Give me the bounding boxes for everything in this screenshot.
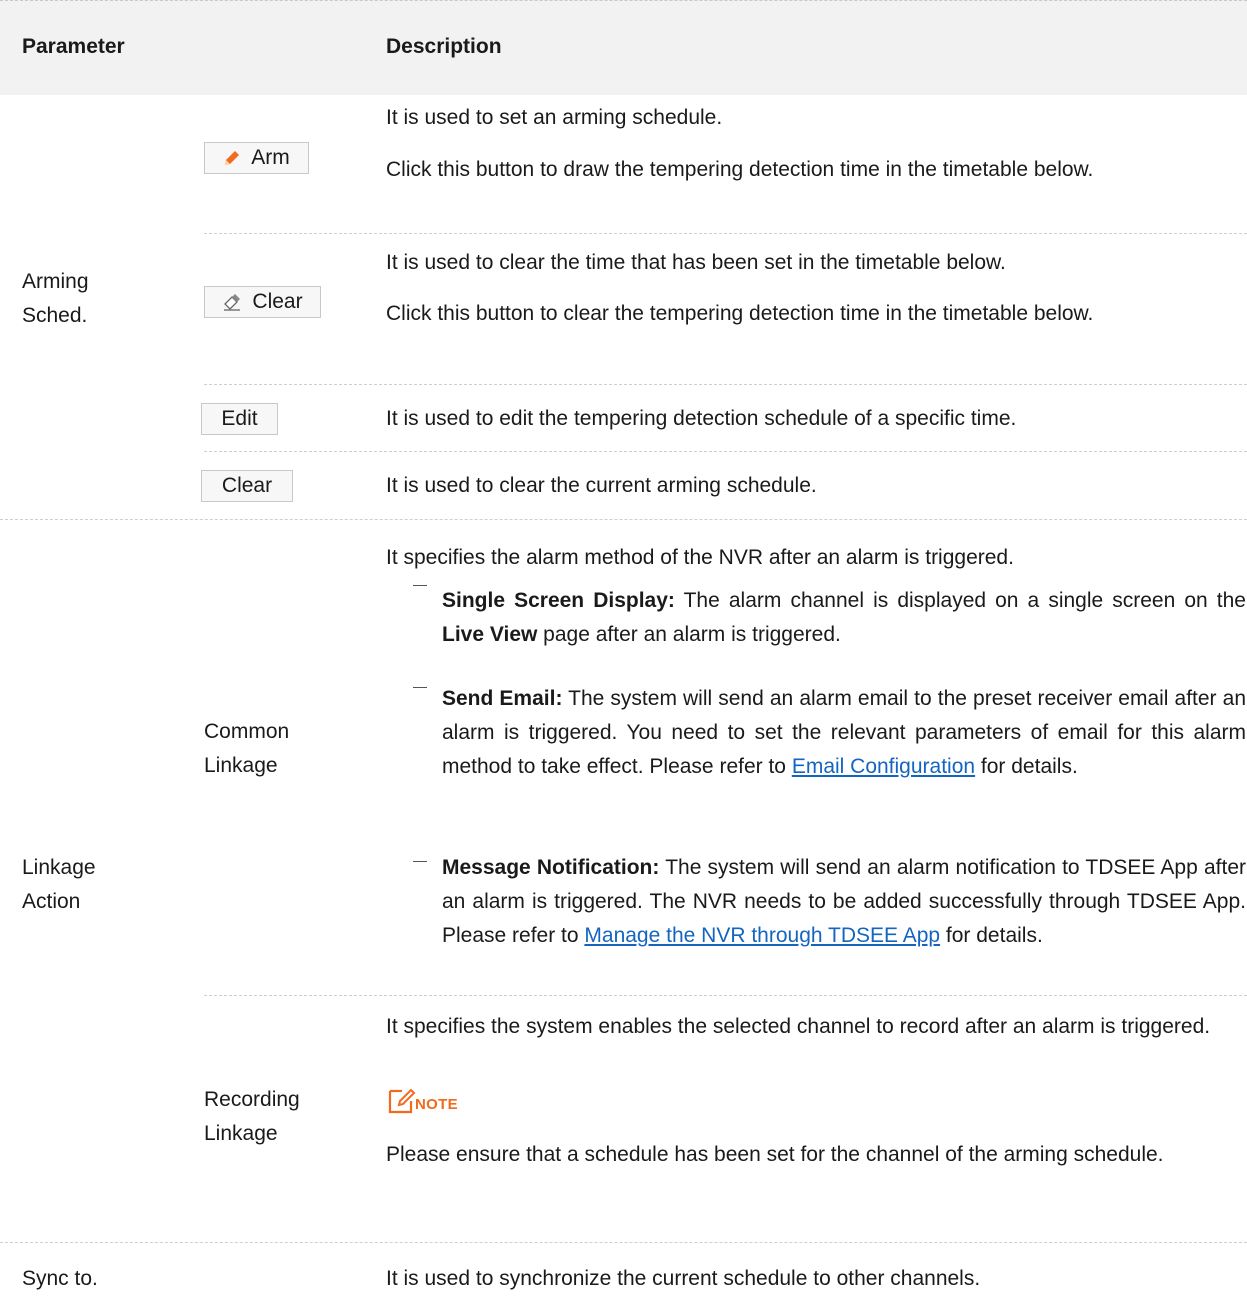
clear-drawn-desc-1: It is used to clear the time that has be… bbox=[386, 251, 1006, 274]
section-divider bbox=[0, 1242, 1247, 1243]
recording-linkage-desc: It specifies the system enables the sele… bbox=[386, 1015, 1211, 1038]
divider bbox=[204, 995, 1247, 996]
single-screen-item: Single Screen Display: The alarm channel… bbox=[442, 589, 1246, 646]
common-linkage-label: Common Linkage bbox=[204, 720, 290, 777]
message-notification-item: Message Notification: The system will se… bbox=[442, 856, 1246, 947]
header-description: Description bbox=[386, 35, 502, 58]
edit-desc: It is used to edit the tempering detecti… bbox=[386, 407, 1017, 430]
divider bbox=[204, 451, 1247, 452]
divider bbox=[204, 233, 1247, 234]
send-email-item: Send Email: The system will send an alar… bbox=[442, 687, 1246, 778]
note-text: Please ensure that a schedule has been s… bbox=[386, 1143, 1164, 1166]
header-parameter: Parameter bbox=[22, 35, 125, 58]
sync-to-label: Sync to. bbox=[22, 1267, 98, 1290]
bullet-dash bbox=[413, 687, 427, 688]
clear-drawn-button[interactable]: Clear bbox=[204, 286, 321, 318]
note-icon bbox=[388, 1088, 416, 1114]
clear-drawn-desc-2: Click this button to clear the tempering… bbox=[386, 302, 1094, 325]
pencil-icon bbox=[225, 151, 240, 165]
arm-desc-2: Click this button to draw the tempering … bbox=[386, 158, 1094, 181]
bullet-dash bbox=[413, 861, 427, 862]
manage-nvr-tdsee-link[interactable]: Manage the NVR through TDSEE App bbox=[584, 924, 940, 947]
note-label: NOTE bbox=[415, 1096, 458, 1113]
sync-to-desc: It is used to synchronize the current sc… bbox=[386, 1267, 981, 1290]
divider bbox=[204, 384, 1247, 385]
arming-sched-label: Arming Sched. bbox=[22, 270, 89, 327]
clear-all-desc: It is used to clear the current arming s… bbox=[386, 474, 817, 497]
linkage-action-label: Linkage Action bbox=[22, 856, 96, 913]
arm-desc-1: It is used to set an arming schedule. bbox=[386, 106, 723, 129]
common-linkage-intro: It specifies the alarm method of the NVR… bbox=[386, 546, 1014, 569]
note-callout: NOTE bbox=[387, 1087, 458, 1115]
section-divider bbox=[0, 519, 1247, 520]
eraser-icon bbox=[224, 294, 241, 311]
recording-linkage-label: Recording Linkage bbox=[204, 1088, 300, 1145]
email-configuration-link[interactable]: Email Configuration bbox=[792, 755, 975, 778]
bullet-dash bbox=[413, 585, 427, 586]
table-header: Parameter Description bbox=[0, 0, 1247, 95]
arm-button[interactable]: Arm bbox=[204, 142, 309, 174]
edit-button[interactable]: Edit bbox=[201, 403, 278, 435]
clear-all-button[interactable]: Clear bbox=[201, 470, 293, 502]
